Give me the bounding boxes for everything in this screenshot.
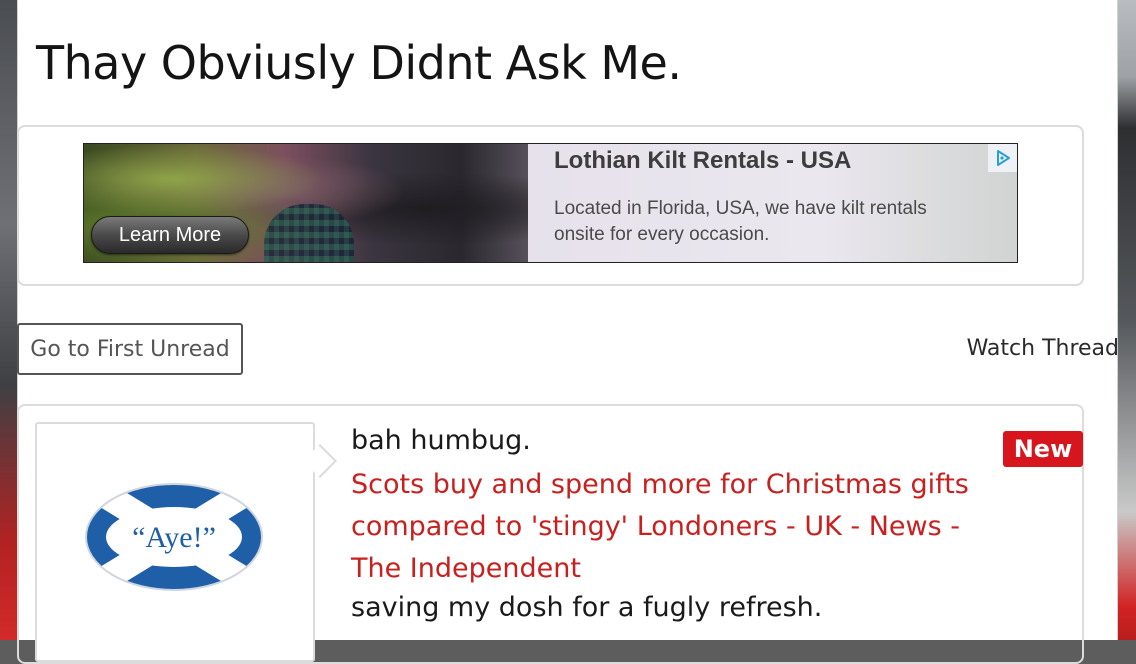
ad-body[interactable]: Located in Florida, USA, we have kilt re… [554,196,934,248]
avatar-text: “Aye!” [132,521,216,554]
adchoices-icon[interactable] [988,144,1017,172]
ad-headline[interactable]: Lothian Kilt Rentals - USA [554,147,851,175]
post-text-line: bah humbug. [351,425,531,456]
background-left [0,0,17,640]
new-badge: New [1003,431,1083,467]
avatar[interactable]: “Aye!” [84,482,264,592]
learn-more-button[interactable]: Learn More [91,216,249,254]
thread-title: Thay Obviusly Didnt Ask Me. [36,36,682,90]
ad-banner[interactable]: Learn More Lothian Kilt Rentals - USA Lo… [83,143,1018,263]
kilt-tartan [264,204,354,262]
article-link[interactable]: Scots buy and spend more for Christmas g… [351,464,991,590]
background-right [1118,0,1136,640]
go-to-first-unread-button[interactable]: Go to First Unread [17,323,243,375]
post-text-line: saving my dosh for a fugly refresh. [351,592,823,623]
watch-thread-link[interactable]: Watch Thread [967,336,1119,361]
